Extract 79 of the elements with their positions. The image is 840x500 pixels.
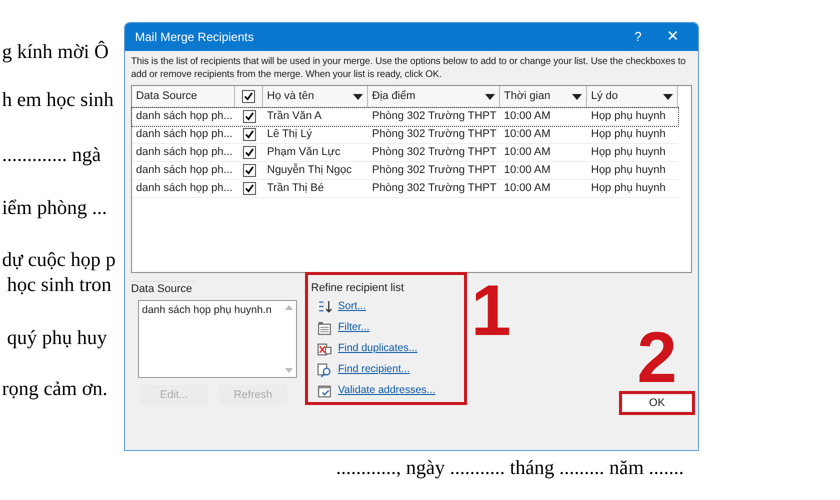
table-cell-text: danh sách họp ph... [135, 163, 234, 178]
document-text: iểm phòng ... [2, 196, 107, 220]
column-header[interactable]: Lý do [587, 86, 678, 107]
column-header[interactable]: Data Source [132, 86, 235, 107]
link[interactable]: Filter... [338, 320, 370, 336]
checkbox[interactable] [242, 90, 255, 103]
document-text: rọng cảm ơn. [2, 377, 108, 401]
document-text: ............, ngày ........... tháng ......... năm ....... [336, 456, 684, 480]
table-cell-text: Họp phụ huynh [590, 145, 667, 160]
table-cell-text: Phạm Văn Lực [266, 145, 342, 160]
table-cell-text: 10:00 AM [503, 181, 552, 196]
annotation-number: 2 [636, 328, 678, 386]
table-cell-text: danh sách họp ph... [135, 145, 234, 160]
table-cell-text: Họp phụ huynh [590, 181, 667, 196]
table-cell-text: 10:00 AM [503, 109, 552, 124]
table-cell-text: Họp phụ huynh [590, 109, 667, 124]
checkbox[interactable] [242, 182, 256, 195]
caret-icon[interactable] [353, 94, 363, 100]
link[interactable]: Sort... [338, 299, 366, 315]
table-icon [317, 320, 332, 336]
magnifier-icon [317, 362, 332, 378]
table-cell-text: Trần Văn A [266, 109, 323, 124]
header-label: Thời gian [504, 89, 552, 104]
table-cell-text: Phòng 302 Trường THPT [371, 127, 498, 142]
annotation-number: 1 [471, 275, 512, 353]
table-cell-text: Lê Thị Lý [266, 127, 314, 142]
intro-text: This is the list of recipients that will be used in your merge. Use the options below to add to or change your list. Use the checkboxes to add or remove recipients from the merge. When your list is ready, click OK. [130, 55, 687, 82]
sort-icon [317, 300, 332, 314]
link[interactable]: Find recipient... [338, 362, 410, 378]
table-cell-text: 10:00 AM [503, 127, 552, 142]
header-label: Data Source [136, 89, 198, 104]
table-cell-text: danh sách họp ph... [135, 181, 234, 196]
link[interactable]: Validate addresses... [338, 383, 436, 399]
table-cell-text: 10:00 AM [503, 145, 552, 160]
checkbox[interactable] [242, 164, 256, 177]
table-cell-text: danh sách họp ph... [135, 109, 234, 124]
close-button[interactable]: ✕ [658, 26, 688, 48]
checkbox[interactable] [242, 128, 256, 141]
header-label: Địa điểm [372, 89, 416, 104]
table-row[interactable]: danh sách họp ph... Nguyễn Thị Ngọc Phòng 302 Trường THPT 10:00 AM Họp phụ huynh [132, 162, 678, 180]
checklist-icon [317, 384, 332, 398]
document-text: học sinh tron [6, 273, 112, 297]
document-text: dự cuộc họp p [2, 248, 116, 272]
table-row[interactable]: danh sách họp ph... Trần Thị Bé Phòng 302 Trường THPT 10:00 AM Họp phụ huynh [132, 180, 678, 198]
table-cell-text: Phòng 302 Trường THPT [371, 109, 498, 124]
document-text: quý phụ huy [6, 326, 107, 350]
checkbox[interactable] [242, 146, 256, 159]
caret-icon[interactable] [485, 94, 495, 100]
table-cell-text: Phòng 302 Trường THPT [371, 163, 498, 178]
window-title: Mail Merge Recipients [135, 29, 255, 46]
column-header[interactable]: Họ và tên [263, 86, 368, 107]
table-cell-text: Phòng 302 Trường THPT [371, 181, 498, 196]
caret-icon[interactable] [663, 94, 673, 100]
document-text: h em học sinh [2, 88, 114, 112]
table-cell-text: Họp phụ huynh [590, 163, 667, 178]
caret-icon[interactable] [572, 94, 582, 100]
table-row[interactable]: danh sách họp ph... Trần Văn A Phòng 302 Trường THPT 10:00 AM Họp phụ huynh [132, 108, 678, 126]
checkbox[interactable] [242, 110, 256, 123]
group-label: Refine recipient list [311, 281, 404, 295]
document-text: ............. ngà [2, 143, 101, 167]
list-item[interactable]: danh sách họp phụ huynh.n [142, 303, 279, 319]
column-header[interactable]: Địa điểm [368, 86, 500, 107]
table-cell-text: danh sách họp ph... [135, 127, 234, 142]
table-row[interactable]: danh sách họp ph... Lê Thị Lý Phòng 302 Trường THPT 10:00 AM Họp phụ huynh [132, 126, 678, 144]
table-cell-text: Họp phụ huynh [590, 127, 667, 142]
table-row[interactable]: danh sách họp ph... Phạm Văn Lực Phòng 302 Trường THPT 10:00 AM Họp phụ huynh [132, 144, 678, 162]
table-cell-text: Trần Thị Bé [266, 181, 325, 196]
table-cell-text: Nguyễn Thị Ngọc [266, 162, 353, 178]
header-label: Họ và tên [267, 89, 316, 104]
document-text: g kính mời Ô [2, 40, 109, 64]
table-cell-text: Phòng 302 Trường THPT [371, 145, 498, 160]
column-header[interactable]: Thời gian [500, 86, 587, 107]
ok-button[interactable]: OK [623, 396, 691, 410]
table-cell-text: 10:00 AM [503, 163, 552, 178]
document-cross-icon [317, 342, 332, 356]
header-label: Lý do [591, 89, 619, 104]
link[interactable]: Find duplicates... [338, 341, 418, 357]
help-button[interactable]: ? [618, 27, 658, 47]
group-label: Data Source [131, 281, 196, 296]
